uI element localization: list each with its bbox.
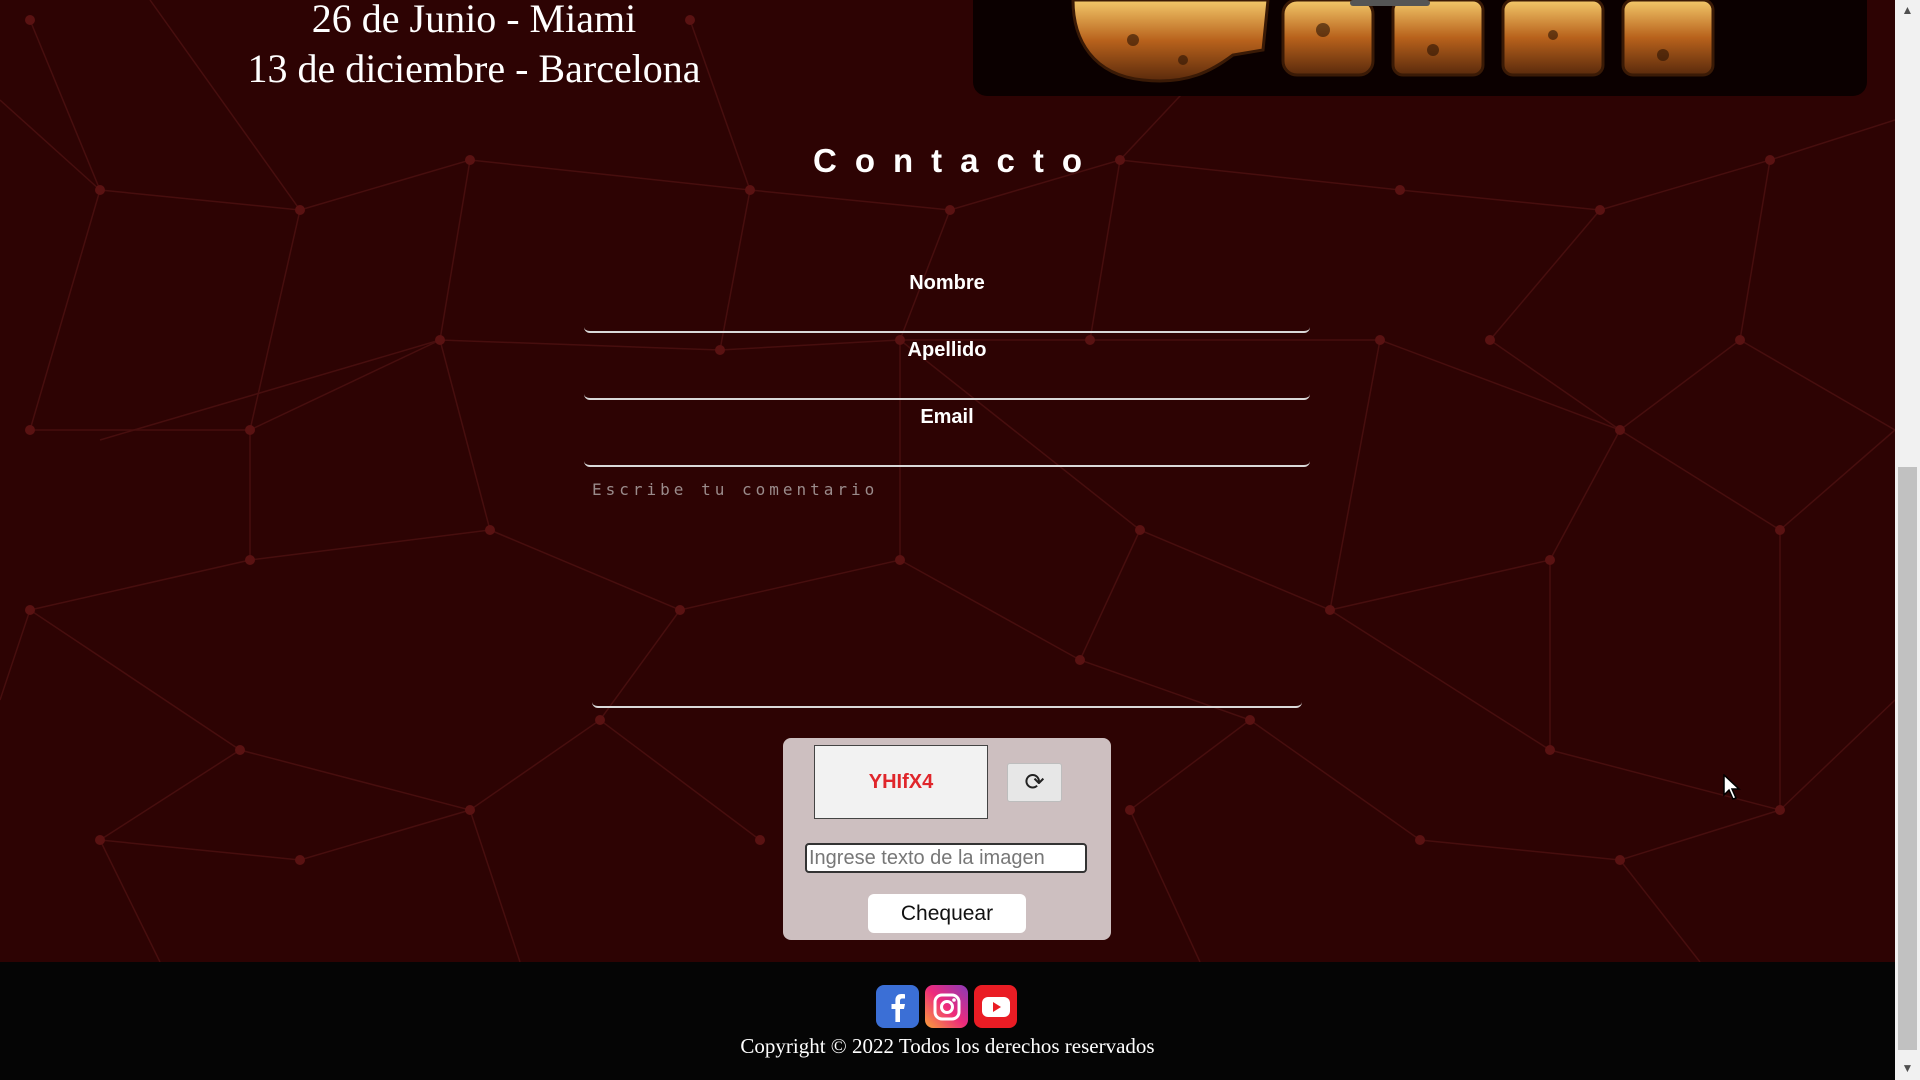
scroll-down-arrow[interactable]: ▼ bbox=[1901, 1062, 1914, 1075]
facebook-icon[interactable] bbox=[876, 985, 919, 1028]
instagram-glyph bbox=[933, 993, 960, 1020]
nombre-input[interactable] bbox=[584, 298, 1310, 330]
band-logo-image bbox=[1071, 0, 1715, 83]
email-input[interactable] bbox=[584, 432, 1310, 464]
captcha-panel: YHIfX4 ⟳ Chequear bbox=[783, 738, 1111, 940]
refresh-icon: ⟳ bbox=[1024, 769, 1045, 796]
nombre-field[interactable]: Nombre bbox=[584, 264, 1310, 333]
scroll-up-arrow[interactable]: ▲ bbox=[1901, 4, 1914, 17]
email-label: Email bbox=[920, 406, 974, 428]
mouse-cursor-icon bbox=[1723, 774, 1741, 800]
captcha-image: YHIfX4 bbox=[814, 745, 988, 819]
footer: Copyright © 2022 Todos los derechos rese… bbox=[0, 962, 1895, 1080]
comment-textarea[interactable] bbox=[592, 476, 1302, 706]
scrollbar-thumb[interactable] bbox=[1898, 467, 1917, 1050]
apellido-field[interactable]: Apellido bbox=[584, 331, 1310, 400]
nombre-label: Nombre bbox=[909, 272, 985, 294]
contact-title: Contacto bbox=[813, 142, 1100, 179]
scrollbar[interactable]: ▲ ▼ bbox=[1895, 0, 1920, 1080]
captcha-input[interactable] bbox=[805, 843, 1087, 873]
youtube-icon[interactable] bbox=[974, 985, 1017, 1028]
youtube-glyph bbox=[981, 996, 1010, 1017]
captcha-refresh-button[interactable]: ⟳ bbox=[1007, 763, 1062, 802]
event-date-miami: 26 de Junio - Miami bbox=[311, 0, 637, 41]
facebook-glyph bbox=[891, 993, 905, 1022]
copyright-text: Copyright © 2022 Todos los derechos rese… bbox=[740, 1034, 1155, 1058]
band-logo-banner bbox=[973, 0, 1867, 96]
instagram-icon[interactable] bbox=[925, 985, 968, 1028]
page: 26 de Junio - Miami 13 de diciembre - Ba… bbox=[0, 0, 1895, 1080]
apellido-input[interactable] bbox=[584, 365, 1310, 397]
email-field[interactable]: Email bbox=[584, 398, 1310, 467]
apellido-label: Apellido bbox=[907, 339, 987, 361]
check-button[interactable]: Chequear bbox=[868, 894, 1026, 933]
comment-box[interactable] bbox=[592, 476, 1302, 708]
social-links bbox=[876, 985, 1017, 1028]
event-dates: 26 de Junio - Miami 13 de diciembre - Ba… bbox=[160, 0, 788, 94]
event-date-barcelona: 13 de diciembre - Barcelona bbox=[247, 46, 701, 91]
